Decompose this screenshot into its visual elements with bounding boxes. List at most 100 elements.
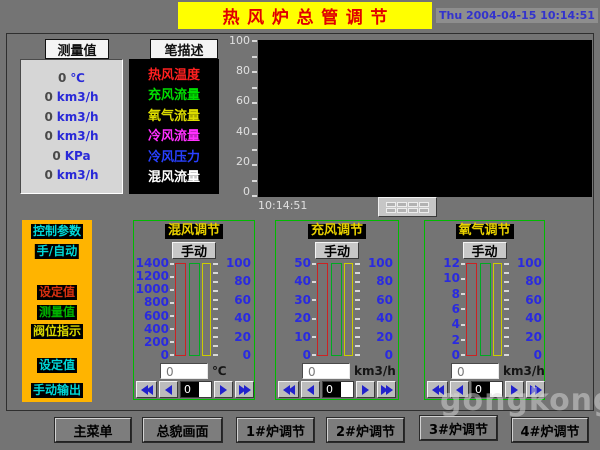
measured-bar [331,263,342,356]
step-value-field[interactable]: 0 [322,381,354,398]
scale-label: 0 [243,349,251,361]
scale-label: 0 [385,349,393,361]
scale-label: 10 [294,331,311,343]
scale-label: 0 [161,349,169,361]
scale-label: 800 [144,296,169,308]
fast-decrease-button[interactable] [136,381,157,398]
pen-label-hot-blast-temp: 热风温度 [129,69,219,82]
right-scale: 100 80 60 40 20 0 [510,257,542,361]
setpoint-bar [466,263,477,356]
measured-unit: km3/h [57,169,99,181]
nav-stove3-button[interactable]: 3#炉调节 [420,416,497,440]
measured-value: 0 [44,111,52,123]
y-tick-label: 40 [236,126,250,137]
nav-main-menu-button[interactable]: 主菜单 [55,418,131,442]
nav-stove4-button[interactable]: 4#炉调节 [512,418,588,442]
fast-increase-button[interactable] [526,381,545,398]
pen-label-mixed-air-flow: 混风流量 [129,171,219,184]
setpoint-unit: ℃ [212,365,227,377]
page-title-box: 热风炉总管调节 [178,2,432,29]
measured-value-header-button[interactable]: 测量值 [45,39,109,59]
page-title: 热风炉总管调节 [223,3,396,28]
trend-grid-button[interactable] [378,197,437,217]
nav-overview-button[interactable]: 总貌画面 [143,418,222,442]
y-tick-label: 0 [243,186,250,197]
valve-position-bar [344,263,353,356]
fast-increase-button[interactable] [377,381,396,398]
scale-label: 100 [226,257,251,269]
scale-label: 0 [452,349,460,361]
step-value-field[interactable]: 0 [471,381,503,398]
fast-decrease-button[interactable] [427,381,448,398]
decrease-button[interactable] [159,381,178,398]
y-tick-label: 80 [236,65,250,76]
scale-label: 600 [144,310,169,322]
measured-value: 0 [44,91,52,103]
step-value: 0 [323,382,341,397]
scale-label: 100 [517,257,542,269]
step-value: 0 [181,382,199,397]
step-value: 0 [472,382,490,397]
scale-label: 0 [534,349,542,361]
setpoint-input[interactable]: 0 [160,363,208,379]
scale-label: 400 [144,323,169,335]
regulator-title: 氧气调节 [455,224,513,239]
hmi-screen: 热风炉总管调节 Thu 2004-04-15 10:14:51 测量值 笔描述 … [0,0,600,450]
measured-value: 0 [52,150,60,162]
scale-label: 60 [376,294,393,306]
scale-label: 0 [303,349,311,361]
manual-mode-button[interactable]: 手动 [172,242,216,259]
fast-decrease-button[interactable] [278,381,299,398]
increase-button[interactable] [214,381,233,398]
scale-label: 1200 [136,270,169,282]
fast-increase-button[interactable] [235,381,254,398]
regulator-panel-charge-air: 充风调节 手动 50 40 30 20 10 0 100 80 60 40 20… [275,220,399,400]
left-scale: 50 40 30 20 10 0 [278,257,311,361]
scale-label: 30 [294,294,311,306]
decrease-button[interactable] [450,381,469,398]
setpoint-input[interactable]: 0 [451,363,499,379]
setpoint-legend-label: 设定值 [37,285,77,300]
nav-stove1-button[interactable]: 1#炉调节 [237,418,314,442]
manual-output-label: 手动输出 [31,383,83,398]
setpoint-bar [317,263,328,356]
measured-unit: km3/h [57,111,99,123]
regulator-title: 充风调节 [308,224,366,239]
scale-label: 80 [234,275,251,287]
trend-chart-area [258,40,592,197]
scale-label: 10 [443,272,460,284]
y-tick-label: 60 [236,95,250,106]
setpoint-input[interactable]: 0 [302,363,350,379]
measured-row: 0 km3/h [21,111,122,123]
nav-stove2-button[interactable]: 2#炉调节 [327,418,404,442]
measured-value: 0 [44,130,52,142]
scale-label: 80 [525,275,542,287]
scale-label: 4 [452,318,460,330]
scale-label: 200 [144,336,169,348]
measured-unit: km3/h [57,91,99,103]
increase-button[interactable] [505,381,524,398]
datetime-display: Thu 2004-04-15 10:14:51 [436,8,598,23]
decrease-button[interactable] [301,381,320,398]
right-scale-ticks [213,263,218,356]
y-tick-label: 100 [229,35,250,46]
scale-label: 60 [234,294,251,306]
manual-mode-button[interactable]: 手动 [463,242,507,259]
pen-description-header-button[interactable]: 笔描述 [150,39,218,59]
setpoint-unit: km3/h [503,365,545,377]
scale-label: 20 [525,331,542,343]
control-params-label: 控制参数 [31,224,83,239]
left-scale: 1400 1200 1000 800 600 400 200 0 [136,257,169,361]
manual-auto-toggle[interactable]: 手/自动 [35,244,79,259]
measured-row: 0℃ [21,72,122,84]
measured-value: 0 [44,169,52,181]
left-scale-ticks [170,263,174,356]
scale-label: 40 [376,312,393,324]
manual-mode-button[interactable]: 手动 [315,242,359,259]
measured-unit: KPa [65,150,91,162]
measured-legend-label: 测量值 [37,305,77,320]
increase-button[interactable] [356,381,375,398]
setpoint-section-label: 设定值 [37,358,77,373]
step-value-field[interactable]: 0 [180,381,212,398]
scale-label: 2 [452,334,460,346]
